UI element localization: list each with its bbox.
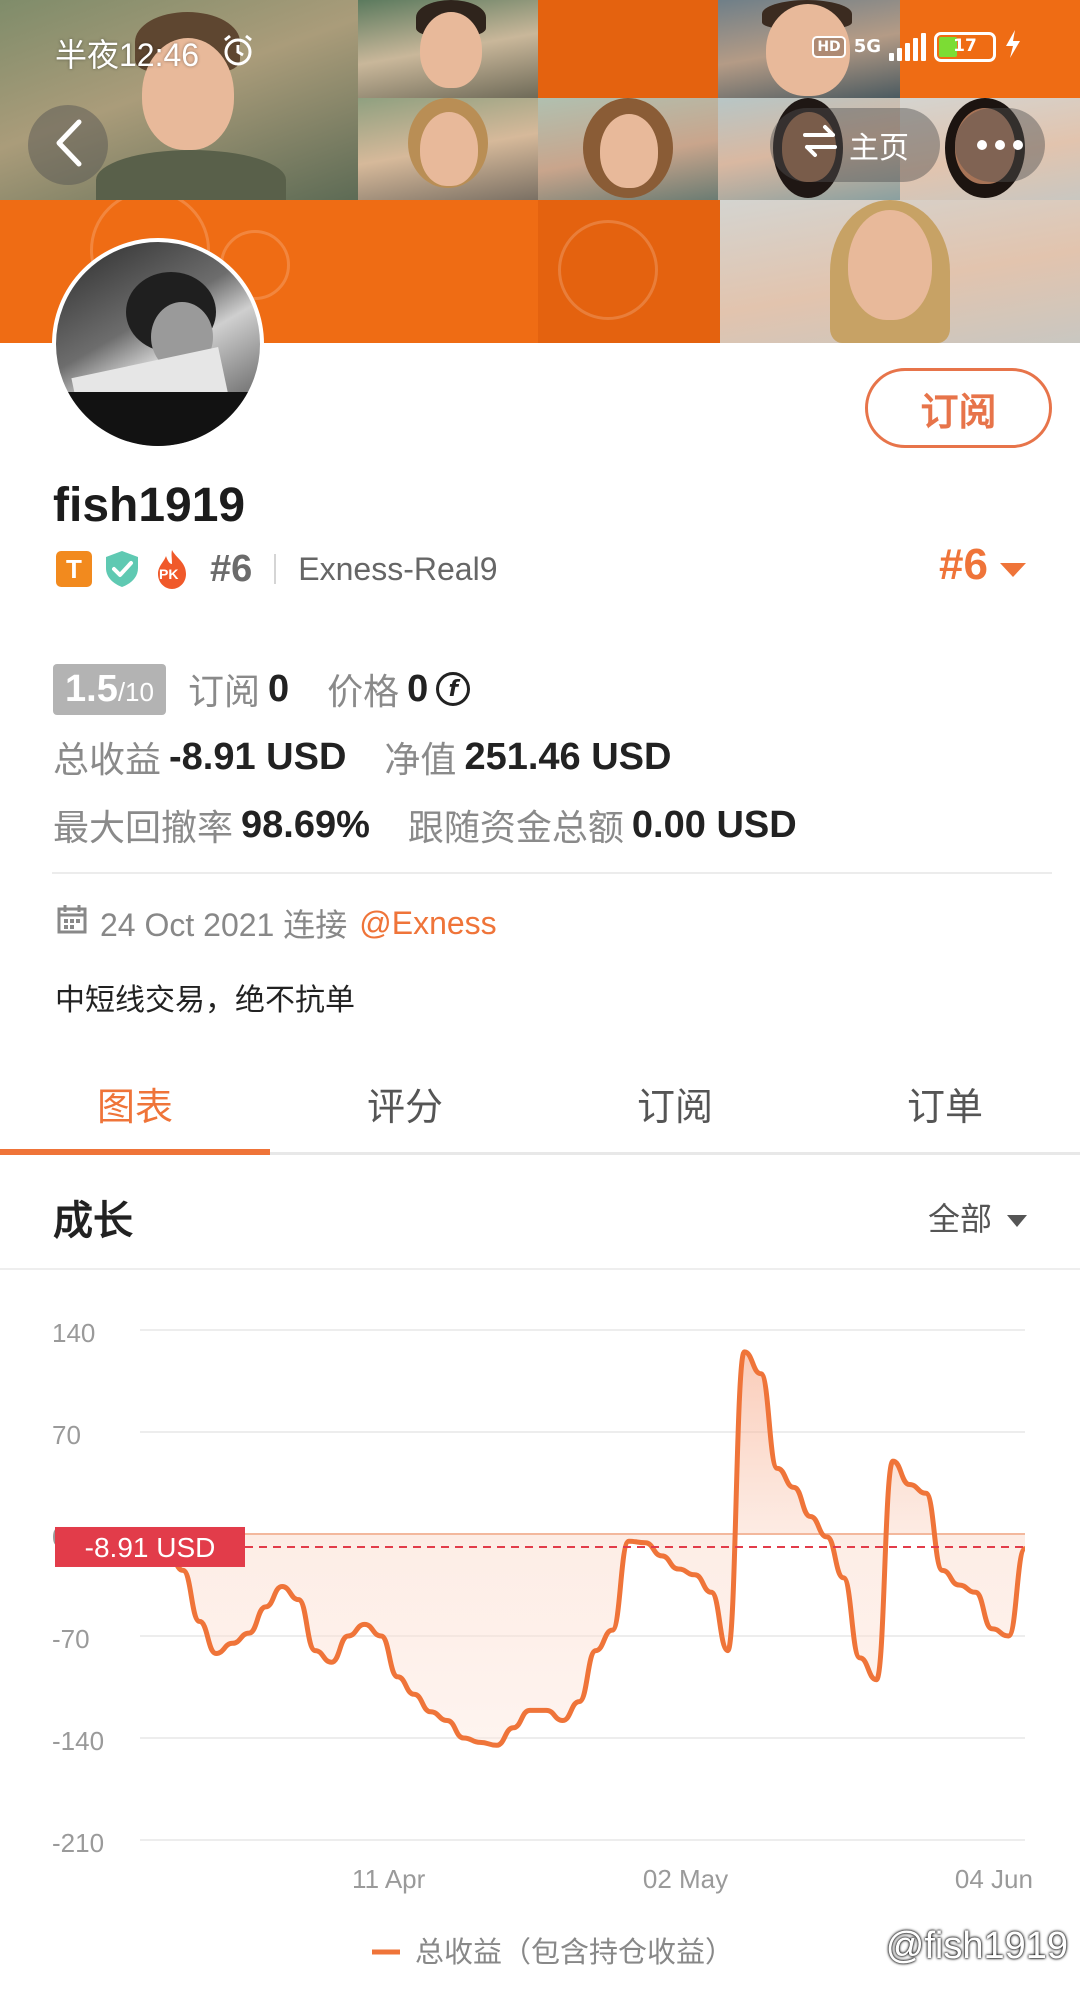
caret-down-icon bbox=[1006, 1198, 1028, 1236]
score-value: 1.5 bbox=[65, 667, 118, 710]
tab-rating[interactable]: 评分 bbox=[270, 1055, 540, 1152]
broker-link[interactable]: @Exness bbox=[359, 905, 496, 942]
more-button[interactable] bbox=[955, 108, 1045, 182]
server-name: Exness-Real9 bbox=[298, 550, 498, 587]
stats-panel: 1.5/10 订阅 0 价格 0 f 总收益 -8.91 USD 净值 251.… bbox=[53, 655, 797, 859]
status-bar: 半夜12:46 HD 5G 17 bbox=[0, 20, 1080, 80]
equity-label: 净值 bbox=[384, 740, 457, 781]
pk-flame-icon: PK bbox=[152, 548, 192, 590]
more-dot bbox=[1013, 140, 1023, 150]
growth-chart: 140700-70-140-21011 Apr02 May04 Jun -8.9… bbox=[52, 1318, 1033, 1969]
divider bbox=[274, 554, 277, 584]
banner-photo bbox=[538, 98, 718, 200]
status-time: 半夜12:46 bbox=[55, 37, 200, 73]
y-tick-label: -70 bbox=[52, 1624, 90, 1654]
charging-icon bbox=[1004, 30, 1022, 63]
total-profit-label: 总收益 bbox=[53, 740, 162, 781]
subscriptions-value: 0 bbox=[268, 667, 290, 710]
avatar[interactable] bbox=[52, 238, 264, 450]
x-tick-label: 02 May bbox=[643, 1864, 728, 1894]
pk-label: PK bbox=[159, 566, 179, 582]
follow-funds-label: 跟随资金总额 bbox=[407, 808, 624, 849]
verified-shield-icon bbox=[104, 550, 140, 588]
follow-funds-value: 0.00 USD bbox=[631, 803, 797, 846]
status-indicators: HD 5G 17 bbox=[812, 30, 1022, 63]
more-dot bbox=[977, 140, 987, 150]
range-label: 全部 bbox=[927, 1200, 992, 1238]
back-button[interactable] bbox=[28, 105, 108, 185]
alarm-icon bbox=[220, 32, 256, 68]
rank-label: #6 bbox=[210, 547, 253, 590]
more-dot bbox=[995, 140, 1005, 150]
coin-icon: f bbox=[436, 672, 471, 706]
banner-tile bbox=[358, 200, 538, 343]
tab-subscriptions[interactable]: 订阅 bbox=[540, 1055, 810, 1152]
connect-date: 24 Oct 2021 连接 bbox=[100, 907, 348, 943]
growth-header: 成长 全部 bbox=[0, 1158, 1080, 1270]
y-tick-label: 140 bbox=[52, 1318, 95, 1348]
bio: 中短线交易，绝不抗单 bbox=[55, 983, 355, 1018]
battery-level: 17 bbox=[953, 35, 977, 56]
max-drawdown-value: 98.69% bbox=[241, 803, 370, 846]
section-title: 成长 bbox=[53, 1198, 133, 1244]
badge-row: T PK #6 Exness-Real9 bbox=[56, 545, 497, 593]
banner-photo bbox=[358, 98, 538, 200]
banner-photo bbox=[720, 200, 1080, 343]
score-badge: 1.5/10 bbox=[53, 663, 166, 715]
max-drawdown-label: 最大回撤率 bbox=[53, 808, 234, 849]
x-tick-label: 04 Jun bbox=[955, 1864, 1033, 1894]
tab-orders[interactable]: 订单 bbox=[810, 1055, 1080, 1152]
legend-label: 总收益（包含持仓收益） bbox=[415, 1935, 734, 1969]
signal-icon bbox=[889, 32, 926, 61]
stats-row-1: 1.5/10 订阅 0 价格 0 f bbox=[53, 655, 797, 723]
home-button[interactable]: 主页 bbox=[770, 108, 940, 182]
rank-value: #6 bbox=[939, 540, 988, 589]
subscribe-button[interactable]: 订阅 bbox=[865, 368, 1052, 448]
divider bbox=[52, 872, 1052, 874]
swap-icon bbox=[801, 124, 839, 166]
current-value-label: -8.91 USD bbox=[85, 1532, 216, 1563]
stats-row-3: 最大回撤率 98.69% 跟随资金总额 0.00 USD bbox=[53, 791, 797, 859]
calendar-icon bbox=[56, 903, 88, 943]
connect-info: 24 Oct 2021 连接 @Exness bbox=[56, 900, 497, 946]
price-value: 0 bbox=[407, 667, 429, 710]
username: fish1919 bbox=[53, 479, 246, 532]
y-tick-label: -140 bbox=[52, 1726, 104, 1756]
subscriptions-label: 订阅 bbox=[187, 672, 260, 713]
total-profit-value: -8.91 USD bbox=[169, 735, 347, 778]
tab-chart[interactable]: 图表 bbox=[0, 1055, 270, 1155]
battery-icon: 17 bbox=[934, 31, 996, 62]
tab-bar: 图表 评分 订阅 订单 bbox=[0, 1055, 1080, 1155]
price-label: 价格 bbox=[327, 672, 400, 713]
hd-badge: HD bbox=[812, 35, 846, 58]
banner-tile bbox=[538, 200, 718, 343]
x-tick-label: 11 Apr bbox=[352, 1864, 426, 1894]
y-tick-label: -210 bbox=[52, 1828, 104, 1858]
stats-row-2: 总收益 -8.91 USD 净值 251.46 USD bbox=[53, 723, 797, 791]
home-label: 主页 bbox=[849, 131, 909, 166]
caret-down-icon bbox=[998, 540, 1028, 590]
watermark: @fish1919 bbox=[885, 1925, 1068, 1967]
equity-value: 251.46 USD bbox=[464, 735, 672, 778]
range-select[interactable]: 全部 bbox=[928, 1194, 1028, 1240]
network-type: 5G bbox=[853, 36, 881, 57]
y-tick-label: 70 bbox=[52, 1420, 81, 1450]
trader-badge-icon: T bbox=[56, 551, 92, 587]
score-max: /10 bbox=[117, 676, 154, 707]
rank-dropdown[interactable]: #6 bbox=[939, 540, 1028, 590]
chevron-left-icon bbox=[51, 118, 85, 172]
